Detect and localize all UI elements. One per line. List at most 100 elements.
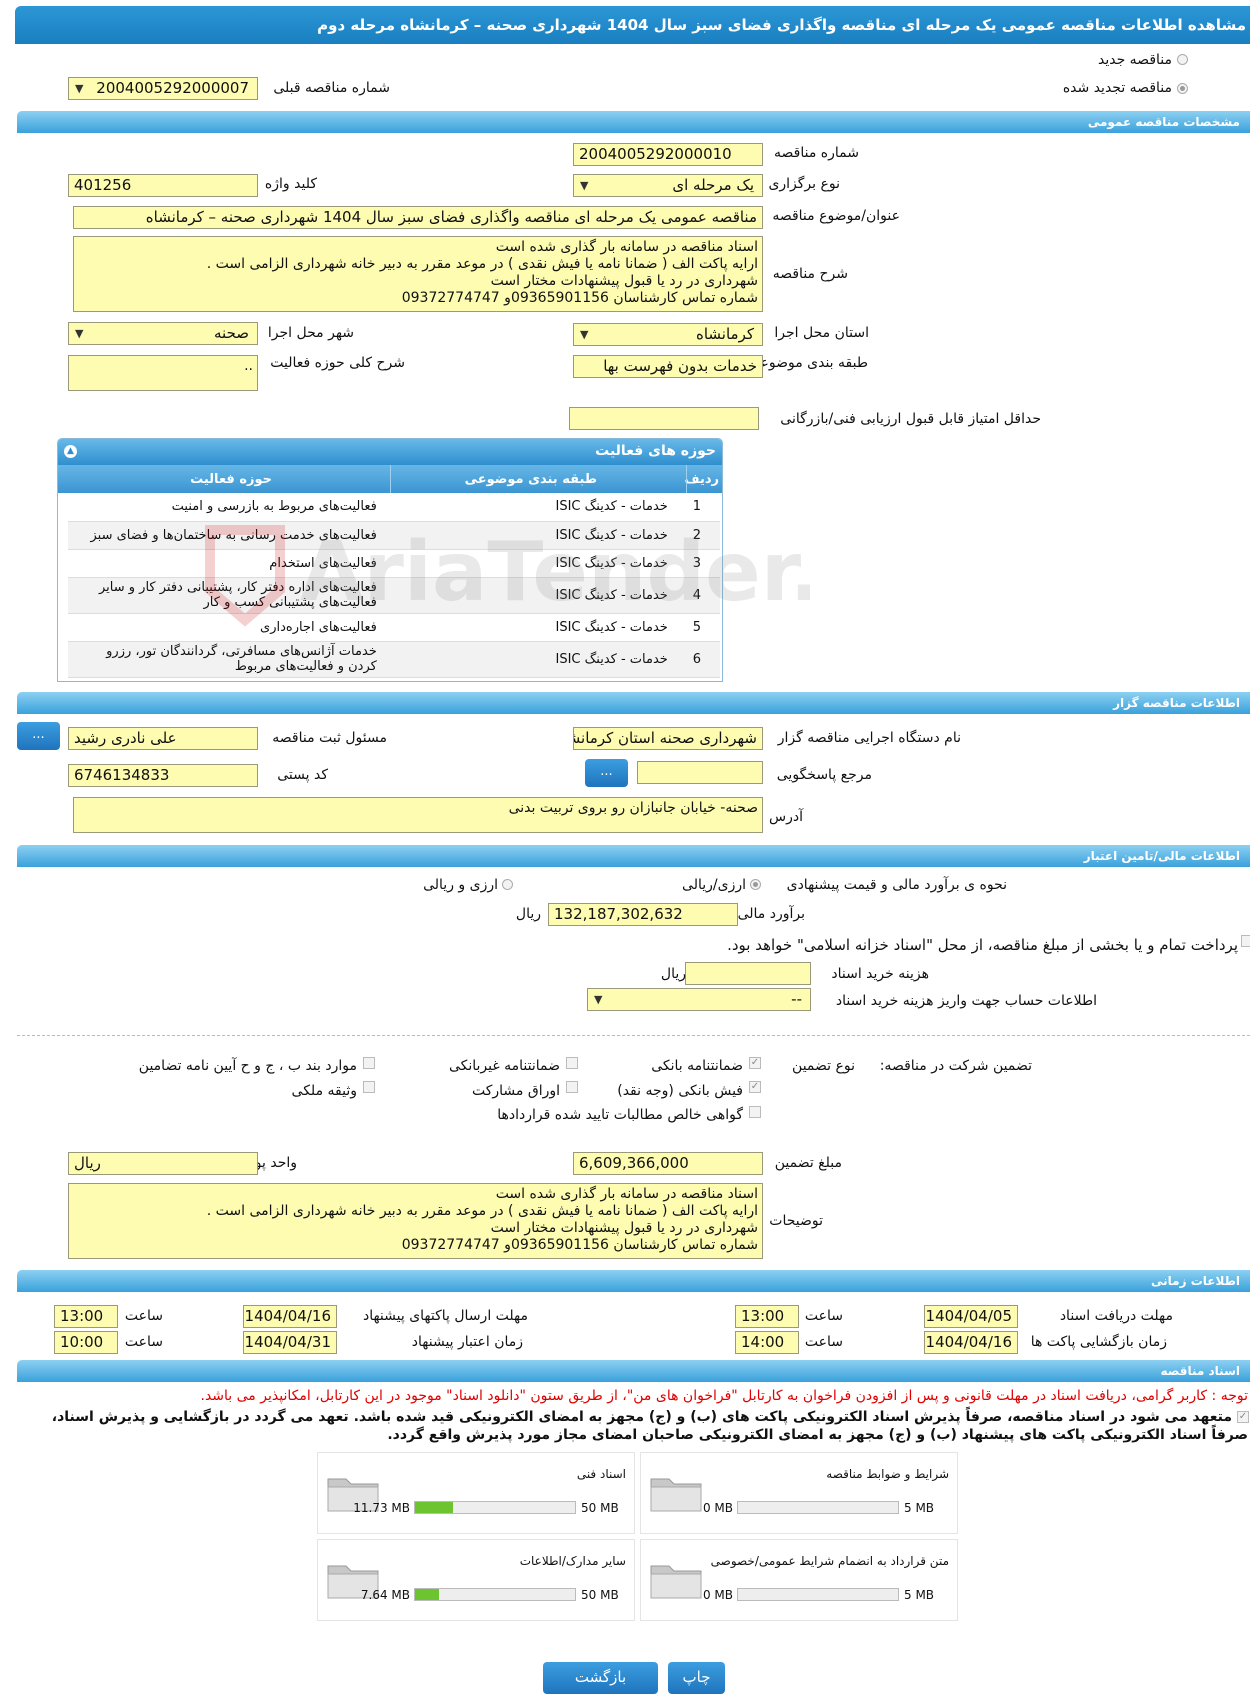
method-opt1-radio[interactable] [750,879,761,890]
responsible-label: مسئول ثبت مناقصه [272,730,387,746]
new-tender-radio[interactable] [1177,54,1188,65]
category-label: طبقه بندی موضوعی [748,355,868,371]
docs-notice: توجه : کاربر گرامی، دریافت اسناد در مهلت… [200,1388,1249,1404]
commit-text-2: صرفاً اسناد الکترونیکی پاکت های پیشنهاد … [387,1427,1248,1443]
estimate-unit: ریال [515,906,541,922]
responsible-field[interactable]: علی نادری رشید [68,727,258,750]
doc-file-max: 50 MB [581,1501,619,1515]
ref-field[interactable] [637,761,763,784]
doc-file-card[interactable]: سایر مدارک/اطلاعات 50 MB 7.64 MB [317,1539,635,1621]
send-deadline-field[interactable]: 1404/04/16 [243,1305,337,1328]
agency-field[interactable]: شهرداری صحنه استان کرمانشاه [573,727,763,750]
doc-file-card[interactable]: متن قرارداد به انضمام شرایط عمومی/خصوصی 5… [640,1539,958,1621]
renewed-tender-radio[interactable] [1177,83,1188,94]
province-select[interactable]: کرمانشاه ▼ [573,323,763,346]
doc-file-card[interactable]: شرایط و ضوابط مناقصه 5 MB 0 MB [640,1452,958,1534]
city-select[interactable]: صحنه ▼ [68,322,258,345]
valid-date-field[interactable]: 1404/04/31 [243,1331,337,1354]
scope-field[interactable]: .. [68,355,258,391]
doc-file-name: سایر مدارک/اطلاعات [519,1554,626,1568]
send-deadline-label: مهلت ارسال پاکتهای پیشنهاد [362,1308,528,1324]
valid-time-field[interactable]: 10:00 [54,1331,118,1354]
keyword-label: کلید واژه [264,176,317,192]
section-timing: اطلاعات زمانی [17,1270,1250,1292]
account-select[interactable]: -- ▼ [587,988,811,1011]
account-label: اطلاعات حساب جهت واریز هزینه خرید اسناد [835,993,1097,1009]
row-field-cell: خدمات آژانس‌های مسافرتی، گردانندگان تور،… [68,641,383,678]
commit-checkbox[interactable]: ✓ [1237,1411,1249,1423]
estimate-label: برآورد مالی [737,906,805,922]
bonds-label: اوراق مشارکت [471,1083,560,1099]
ariatender-watermark: AriaTender.neT [205,525,810,627]
currency-field[interactable]: ریال [68,1152,258,1175]
doc-file-name: متن قرارداد به انضمام شرایط عمومی/خصوصی [710,1554,949,1568]
section-docs: اسناد مناقصه [17,1360,1250,1382]
section-organizer: اطلاعات مناقصه گزار [17,692,1250,714]
open-label: زمان بازگشایی پاکت ها [1030,1334,1167,1350]
doc-file-name: اسناد فنی [576,1467,626,1481]
doc-file-progress-fill [415,1502,453,1513]
row-category-cell: خدمات - کدینگ ISIC [382,641,674,678]
guarantee-label: تضمین شرکت در مناقصه: [879,1058,1032,1074]
guarantee-amount-field[interactable]: 6,609,366,000 [573,1152,763,1175]
scope-label: شرح کلی حوزه فعالیت [270,355,405,371]
print-button[interactable]: چاپ [668,1662,725,1694]
subject-field[interactable]: مناقصه عمومی یک مرحله ای مناقصه واگذاری … [73,206,763,229]
doc-file-card[interactable]: اسناد فنی 50 MB 11.73 MB [317,1452,635,1534]
valid-time-label: ساعت [124,1334,163,1350]
doc-deadline-field[interactable]: 1404/04/05 [924,1305,1018,1328]
description-field[interactable]: اسناد مناقصه در سامانه بار گذاری شده است… [73,236,763,312]
renewed-tender-label: مناقصه تجدید شده [1062,80,1172,96]
city-label: شهر محل اجرا [267,325,354,341]
subject-label: عنوان/موضوع مناقصه [772,208,900,224]
prev-number-select[interactable]: 2004005292000007 ▼ [68,77,258,100]
postal-field[interactable]: 6746134833 [68,764,258,787]
category-field[interactable]: خدمات بدون فهرست بها [573,355,763,378]
doc-time-field[interactable]: 13:00 [735,1305,799,1328]
type-label: نوع برگزاری [768,176,840,192]
doc-file-max: 50 MB [581,1588,619,1602]
collapse-icon[interactable]: ▲ [64,445,77,458]
responsible-lookup-button[interactable]: ... [17,722,60,750]
cash-checkbox[interactable]: ✓ [749,1081,761,1093]
keyword-field[interactable]: 401256 [68,174,258,197]
doc-file-max: 5 MB [904,1588,935,1602]
tender-number-field[interactable]: 2004005292000010 [573,143,763,166]
nonbank-guarantee-checkbox[interactable] [566,1057,578,1069]
send-time-label: ساعت [124,1308,163,1324]
estimate-field[interactable]: 132,187,302,632 [548,903,738,926]
claims-checkbox[interactable] [749,1106,761,1118]
notes-field[interactable]: اسناد مناقصه در سامانه بار گذاری شده است… [68,1183,763,1259]
chevron-down-icon: ▼ [580,179,589,192]
ref-lookup-button[interactable]: ... [585,759,628,787]
bonds-checkbox[interactable] [566,1081,578,1093]
back-button[interactable]: بازگشت [543,1662,658,1694]
doc-deadline-label: مهلت دریافت اسناد [1059,1308,1173,1324]
chevron-down-icon: ▼ [580,328,589,341]
items-bch-checkbox[interactable] [363,1057,375,1069]
items-bch-label: موارد بند ب ، ج و ح آیین نامه تضامین [138,1058,357,1074]
valid-label: زمان اعتبار پیشنهاد [411,1334,523,1350]
chevron-down-icon: ▼ [594,993,603,1006]
treasury-checkbox[interactable] [1241,935,1250,947]
activities-title: حوزه های فعالیت [595,443,716,459]
open-date-field[interactable]: 1404/04/16 [924,1331,1018,1354]
province-label: استان محل اجرا [774,325,869,341]
doc-file-used: 11.73 MB [353,1501,410,1515]
agency-label: نام دستگاه اجرایی مناقصه گزار [777,730,961,746]
doc-file-progress [737,1588,899,1601]
doc-fee-field[interactable] [685,962,811,985]
bank-guarantee-checkbox[interactable]: ✓ [749,1057,761,1069]
open-time-field[interactable]: 14:00 [735,1331,799,1354]
property-checkbox[interactable] [363,1081,375,1093]
method-opt2-radio[interactable] [502,879,513,890]
address-field[interactable]: صحنه- خیابان جانبازان رو بروی تربیت بدنی [73,797,763,833]
send-time-field[interactable]: 13:00 [54,1305,118,1328]
type-select[interactable]: یک مرحله ای ▼ [573,174,763,197]
min-score-field[interactable] [569,407,759,430]
col-field: حوزه فعالیت [190,472,272,487]
method-opt2-label: ارزی و ریالی [423,877,498,893]
doc-file-used: 0 MB [702,1501,733,1515]
doc-time-label: ساعت [804,1308,843,1324]
method-opt1-label: ارزی/ریالی [682,877,746,893]
